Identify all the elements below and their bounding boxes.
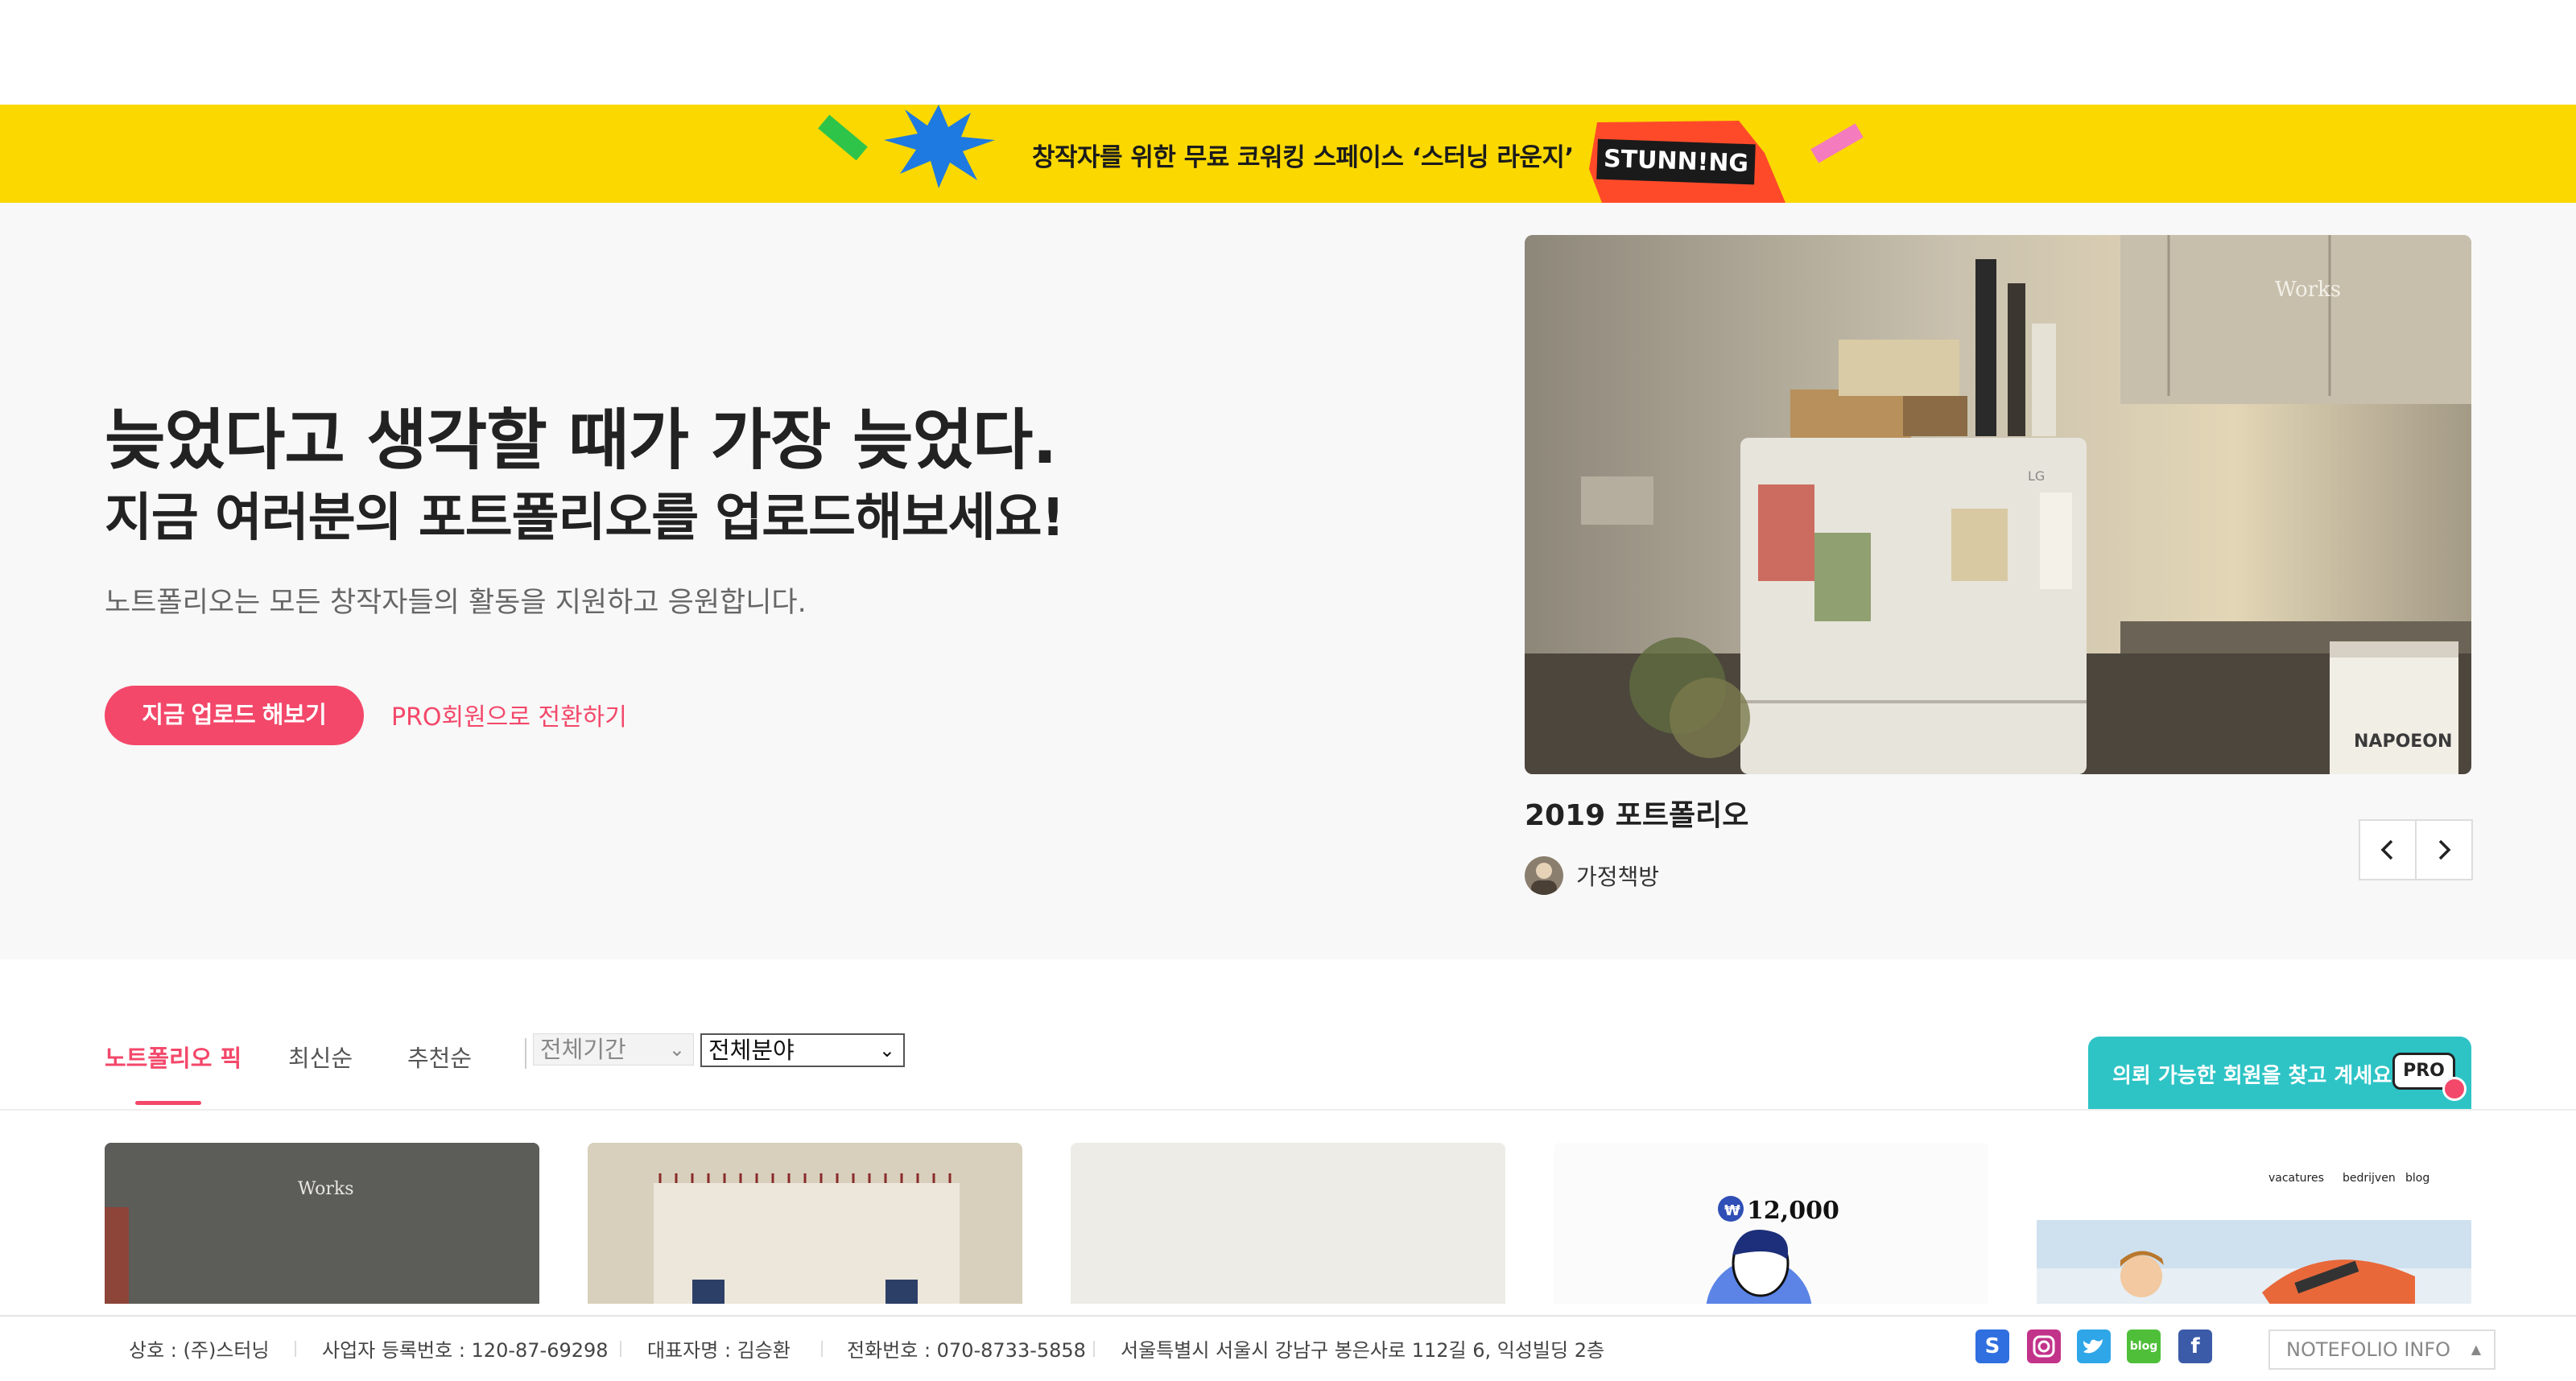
find-pro-text: 의뢰 가능한 회원을 찾고 계세요? <box>2112 1064 2405 1088</box>
card-nav-item: blog <box>2405 1172 2430 1185</box>
footer-ceo: 대표자명 : 김승환 <box>647 1339 791 1362</box>
info-button-label: NOTEFOLIO INFO <box>2286 1338 2451 1361</box>
blog-icon[interactable]: blog <box>2127 1329 2161 1363</box>
carousel-next-button[interactable] <box>2415 819 2473 880</box>
footer-business-number: 사업자 등록번호 : 120-87-69298 <box>322 1339 609 1362</box>
notefolio-info-button[interactable]: NOTEFOLIO INFO ▲ <box>2268 1329 2496 1370</box>
field-select[interactable]: 전체분야 ⌄ <box>700 1033 905 1067</box>
caret-up-icon: ▲ <box>2471 1342 2481 1357</box>
instagram-icon[interactable] <box>2027 1329 2061 1363</box>
bag-label-text: NAPOEON <box>2354 732 2452 752</box>
portfolio-card[interactable] <box>1071 1143 1505 1304</box>
currency-symbol: ₩ <box>1724 1202 1740 1219</box>
upload-now-button[interactable]: 지금 업로드 해보기 <box>105 686 364 745</box>
tab-recommended[interactable]: 추천순 <box>407 1040 472 1074</box>
card-nav-item: vacatures <box>2268 1172 2324 1185</box>
hero-subtitle-heading: 지금 여러분의 포트폴리오를 업로드해보세요! <box>105 489 1065 548</box>
kitchen-photo: LG NAPOEON Works <box>1525 235 2471 774</box>
footer-company: 상호 : (주)스터닝 <box>129 1339 270 1362</box>
portfolio-card[interactable]: ₩ 12,000 <box>1554 1143 1988 1304</box>
stunning-icon[interactable]: S <box>1975 1329 2009 1363</box>
card-nav-item: bedrijven <box>2343 1172 2396 1185</box>
hero-description: 노트폴리오는 모든 창작자들의 활동을 지원하고 응원합니다. <box>105 587 807 619</box>
chevron-left-icon <box>2380 839 2393 860</box>
tab-divider <box>525 1038 526 1069</box>
chevron-right-icon <box>2438 839 2451 860</box>
featured-title[interactable]: 2019 포트폴리오 <box>1525 792 1748 834</box>
author-name[interactable]: 가정책방 <box>1576 860 1659 892</box>
pink-stripe-shape <box>1810 123 1864 163</box>
hero-section: 늦었다고 생각할 때가 가장 늦었다. 지금 여러분의 포트폴리오를 업로드해보… <box>0 203 2576 959</box>
period-select[interactable]: 전체기간 ⌄ <box>533 1033 694 1066</box>
active-tab-indicator <box>135 1101 201 1105</box>
footer-divider <box>1093 1341 1095 1357</box>
featured-portfolio-image[interactable]: LG NAPOEON Works <box>1525 235 2471 774</box>
site-footer: 상호 : (주)스터닝 사업자 등록번호 : 120-87-69298 대표자명… <box>0 1315 2576 1381</box>
portfolio-card[interactable] <box>588 1143 1022 1304</box>
card-price: 12,000 <box>1747 1197 1839 1225</box>
footer-address: 서울특별시 서울시 강남구 봉은사로 112길 6, 익성빌딩 2층 <box>1121 1339 1605 1362</box>
portfolio-card[interactable]: Works <box>105 1143 539 1304</box>
field-select-value: 전체분야 <box>708 1037 795 1064</box>
stunning-logo: STUNN!NG <box>1578 121 1795 203</box>
carousel-prev-button[interactable] <box>2359 819 2417 880</box>
card-thumbnail: Works <box>105 1143 539 1304</box>
card-works-label: Works <box>298 1179 354 1199</box>
section-divider <box>0 1109 2576 1111</box>
banner-text: 창작자를 위한 무료 코워킹 스페이스 ‘스터닝 라운지’ <box>1032 143 1574 172</box>
illustration-thumbnail <box>2037 1220 2471 1304</box>
footer-phone: 전화번호 : 070-8733-5858 <box>847 1339 1086 1362</box>
footer-divider <box>620 1341 621 1357</box>
top-bar <box>0 0 2576 105</box>
stunning-logo-text: STUNN!NG <box>1596 138 1756 185</box>
tab-latest[interactable]: 최신순 <box>288 1040 353 1074</box>
stunning-lounge-banner[interactable]: 창작자를 위한 무료 코워킹 스페이스 ‘스터닝 라운지’ STUNN!NG <box>0 105 2576 203</box>
pro-upgrade-link[interactable]: PRO회원으로 전환하기 <box>391 697 627 732</box>
author-avatar[interactable] <box>1525 856 1563 895</box>
footer-divider <box>821 1341 823 1357</box>
pro-ribbon-icon <box>2442 1077 2467 1101</box>
price-illustration: ₩ 12,000 <box>1554 1143 1988 1304</box>
calendar-thumbnail <box>588 1143 1022 1304</box>
facebook-icon[interactable]: f <box>2178 1329 2212 1363</box>
footer-divider <box>295 1341 296 1357</box>
portfolio-card[interactable]: vacatures bedrijven blog <box>2037 1143 2471 1304</box>
tab-notefolio-pick[interactable]: 노트폴리오 픽 <box>105 1040 242 1074</box>
chevron-down-icon: ⌄ <box>878 1039 895 1062</box>
blue-star-shape <box>884 105 995 188</box>
fridge-brand-text: LG <box>2028 468 2045 484</box>
hero-title: 늦었다고 생각할 때가 가장 늦었다. <box>105 402 1058 479</box>
chevron-down-icon: ⌄ <box>668 1038 685 1061</box>
twitter-icon[interactable] <box>2077 1329 2111 1363</box>
period-select-value: 전체기간 <box>540 1036 626 1063</box>
green-stripe-shape <box>818 114 868 161</box>
find-pro-member-button[interactable]: 의뢰 가능한 회원을 찾고 계세요? PRO <box>2088 1037 2471 1109</box>
works-label: Works <box>2275 278 2341 302</box>
